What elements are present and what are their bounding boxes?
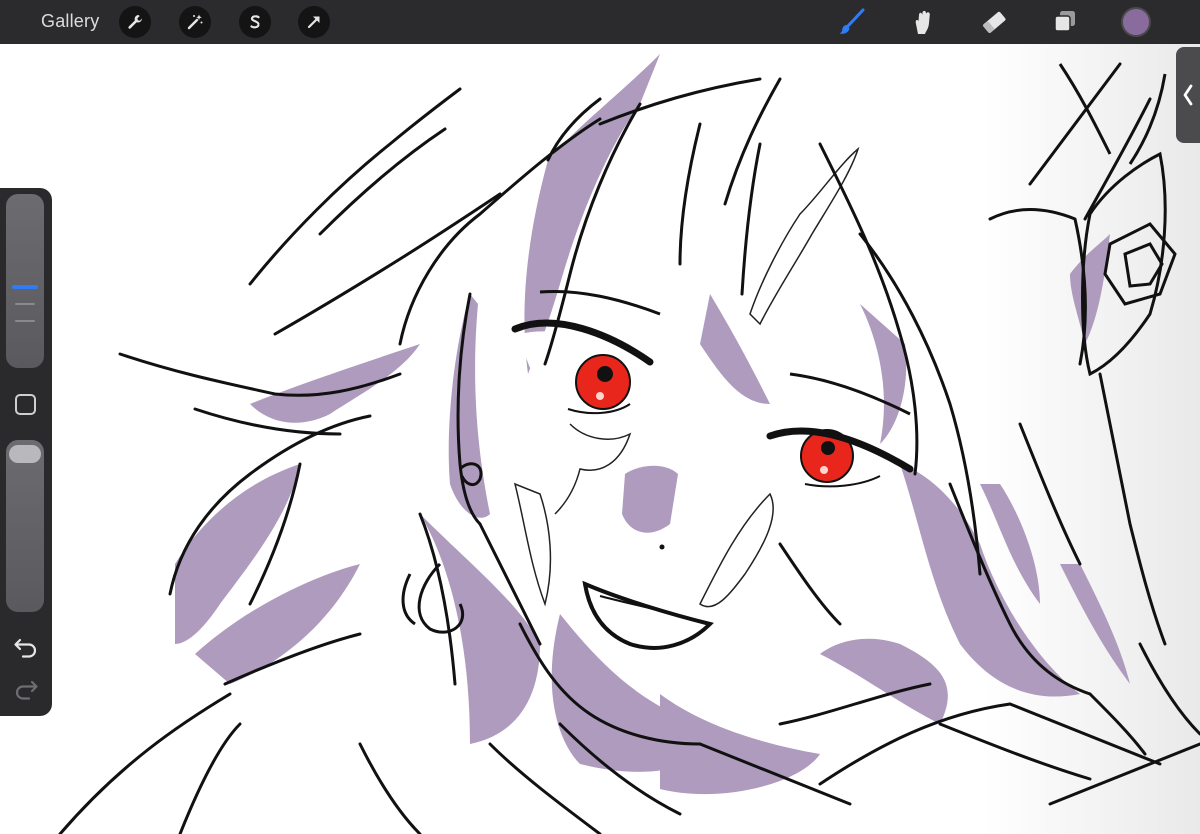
top-toolbar: Gallery (0, 0, 1200, 44)
gallery-button[interactable]: Gallery (41, 11, 99, 32)
smudge-icon (915, 10, 930, 34)
smudge-tool-button[interactable] (906, 6, 940, 38)
nose (659, 544, 665, 550)
brush-size-slider[interactable] (6, 194, 44, 368)
selection-button[interactable] (239, 6, 271, 38)
actions-button[interactable] (119, 6, 151, 38)
brush-tool-button[interactable] (835, 6, 869, 38)
undo-icon[interactable] (13, 636, 39, 658)
layers-icon (1054, 11, 1075, 32)
slider-tick (15, 320, 35, 322)
chevron-left-icon (1183, 84, 1193, 106)
redo-icon[interactable] (13, 678, 39, 700)
drawing-canvas[interactable] (0, 44, 1200, 834)
opacity-handle[interactable] (9, 445, 41, 463)
layers-button[interactable] (1048, 6, 1082, 38)
modify-button[interactable] (15, 394, 36, 415)
wrench-icon (128, 15, 142, 29)
opacity-slider[interactable] (6, 440, 44, 612)
adjustments-button[interactable] (179, 6, 211, 38)
left-sidebar (0, 188, 52, 716)
transform-arrow-icon (307, 16, 320, 29)
brush-size-indicator[interactable] (12, 285, 38, 289)
selection-s-icon (250, 15, 260, 29)
brush-icon (839, 8, 865, 34)
color-picker-button[interactable] (1121, 7, 1151, 37)
magic-wand-icon (187, 14, 203, 30)
eraser-icon (983, 11, 1006, 33)
eraser-tool-button[interactable] (977, 6, 1011, 38)
reference-panel-toggle[interactable] (1176, 47, 1200, 143)
transform-button[interactable] (298, 6, 330, 38)
slider-tick (15, 303, 35, 305)
